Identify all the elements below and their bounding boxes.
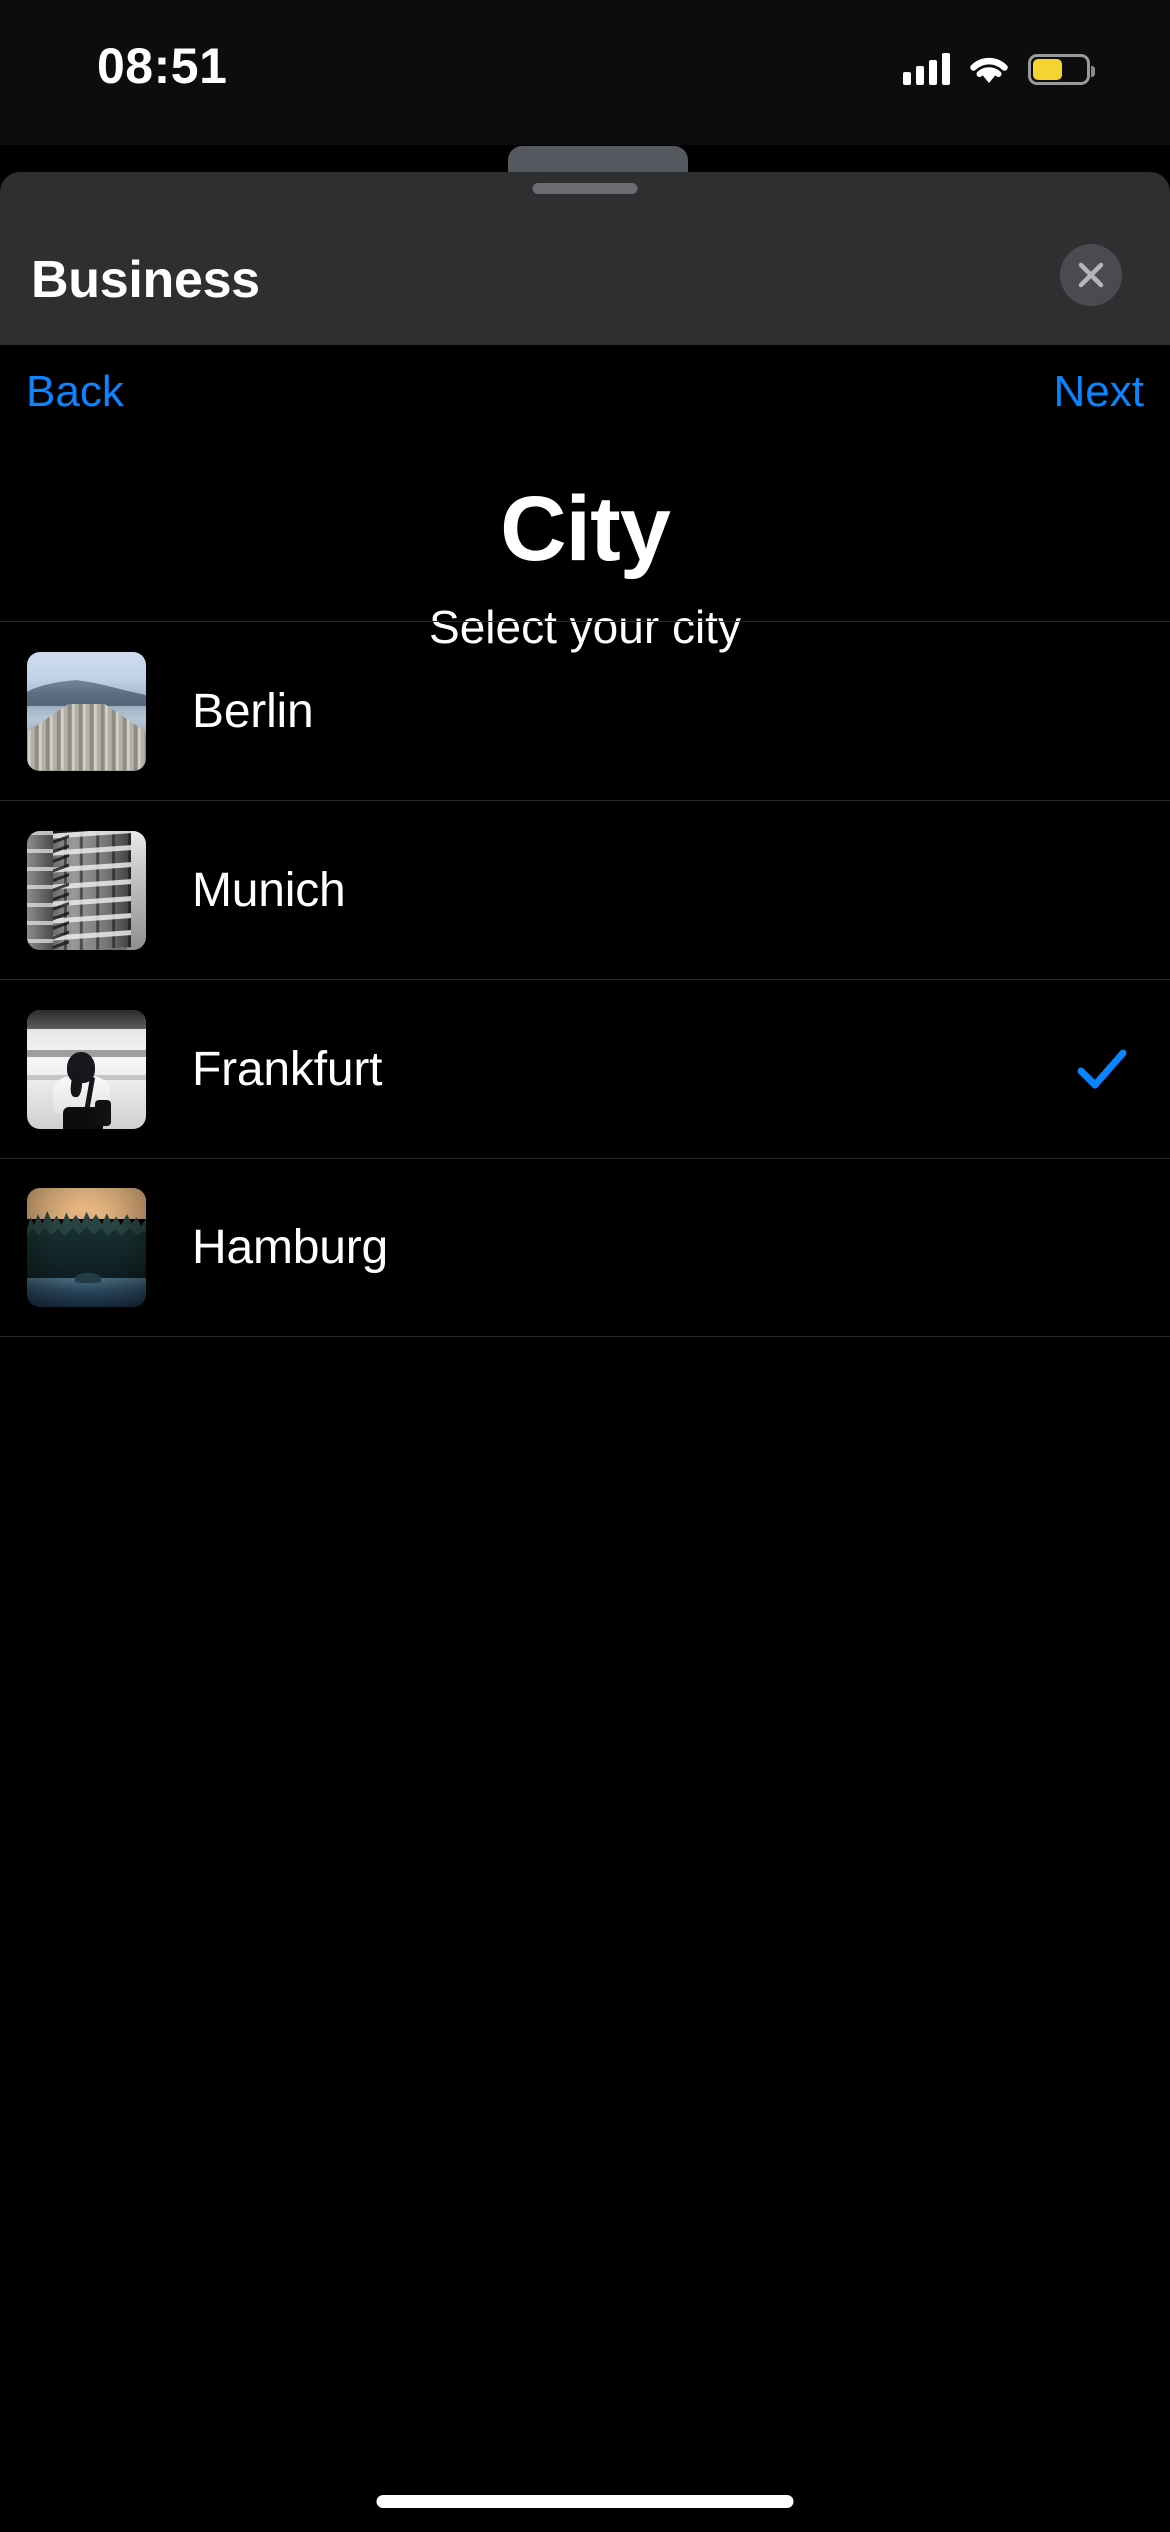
city-thumbnail [27, 830, 146, 950]
status-bar-time: 08:51 [97, 38, 228, 94]
battery-icon [1028, 53, 1095, 85]
city-thumbnail [27, 651, 146, 771]
phone-screen: 08:51 Business Back Next City Select you… [0, 0, 1170, 2532]
next-button[interactable]: Next [1054, 367, 1144, 417]
selection-check [1076, 1043, 1128, 1095]
city-name: Frankfurt [192, 1042, 383, 1096]
sheet-grabber[interactable] [532, 183, 638, 194]
sheet-header: Business [0, 172, 1170, 345]
modal-sheet: Business Back Next City Select your city [0, 172, 1170, 2532]
city-name: Berlin [192, 684, 314, 738]
status-bar-indicators [903, 48, 1095, 90]
city-thumbnail [27, 1188, 146, 1307]
close-icon [1078, 262, 1104, 288]
city-name: Hamburg [192, 1221, 389, 1274]
back-button[interactable]: Back [26, 367, 124, 417]
list-item[interactable]: Berlin [0, 621, 1170, 800]
list-item[interactable]: Hamburg [0, 1158, 1170, 1337]
status-bar: 08:51 [0, 0, 1170, 145]
cellular-bars-icon [903, 53, 950, 85]
city-thumbnail [27, 1009, 146, 1129]
city-name: Munich [192, 863, 346, 917]
list-item[interactable]: Munich [0, 800, 1170, 979]
home-indicator[interactable] [376, 2495, 794, 2508]
sheet-title: Business [31, 251, 260, 309]
checkmark-icon [1077, 1049, 1127, 1089]
city-list: Berlin Munich Frankfurt Hamburg [0, 621, 1170, 1337]
wizard-nav-row: Back Next [0, 345, 1170, 431]
close-button[interactable] [1060, 244, 1122, 306]
page-title: City [500, 478, 671, 580]
wifi-icon [970, 57, 1008, 83]
list-item[interactable]: Frankfurt [0, 979, 1170, 1158]
